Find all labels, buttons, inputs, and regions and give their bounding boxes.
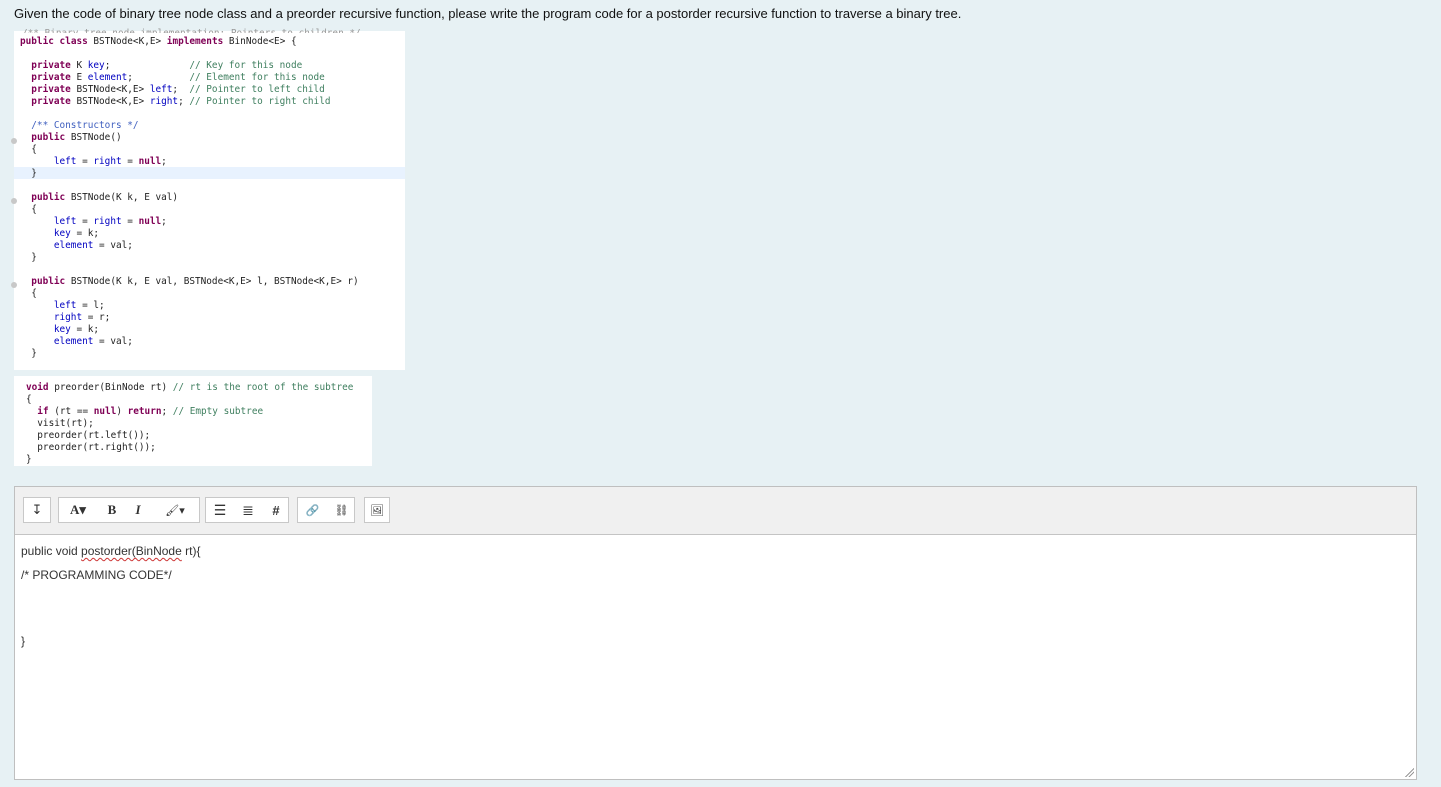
link-group: 🔗 ⛓ xyxy=(297,497,355,523)
answer-editor[interactable]: ↧ A▾ B I 🖌▾ ☰ ≣ # 🔗 ⛓ 🖼 public void post… xyxy=(14,486,1417,780)
code-line: /** Constructors */ xyxy=(20,120,139,131)
unlink-button[interactable]: ⛓ xyxy=(327,497,356,523)
code-line: { xyxy=(20,144,37,155)
code-line: public BSTNode() xyxy=(31,132,122,143)
code-line: private BSTNode<K,E> left; // Pointer to… xyxy=(31,84,325,95)
code-line: key = k; xyxy=(53,324,100,335)
code-line: left = right = null; xyxy=(53,156,167,167)
code-line: private BSTNode<K,E> right; // Pointer t… xyxy=(31,96,331,107)
insert-image-button[interactable]: 🖼 xyxy=(364,497,390,523)
resize-handle[interactable] xyxy=(1404,767,1414,777)
bold-icon: B xyxy=(107,502,117,517)
arrow-down-icon: ↧ xyxy=(31,502,43,517)
code-line: public BSTNode(K k, E val) xyxy=(31,192,179,203)
numbered-list-icon: ≣ xyxy=(242,501,254,518)
list-group: ☰ ≣ # xyxy=(205,497,289,523)
font-style-button[interactable]: A▾ xyxy=(59,497,97,523)
unordered-list-button[interactable]: ☰ xyxy=(206,497,234,523)
code-line: public BSTNode(K k, E val, BSTNode<K,E> … xyxy=(31,276,359,287)
code-line: right = r; xyxy=(53,312,111,323)
image-icon: 🖼 xyxy=(370,504,384,517)
bstnode-class-code-image: /** Binary tree node implementation: Poi… xyxy=(11,28,405,370)
code-line: key = k; xyxy=(53,228,100,239)
editor-toolbar: ↧ A▾ B I 🖌▾ ☰ ≣ # 🔗 ⛓ 🖼 xyxy=(15,487,1416,535)
code-line: private E element; // Element for this n… xyxy=(31,72,325,83)
link-icon: 🔗 xyxy=(305,504,320,517)
fold-marker-icon xyxy=(11,282,17,288)
italic-icon: I xyxy=(135,502,141,517)
bold-button[interactable]: B xyxy=(99,497,125,523)
ordered-list-button[interactable]: ≣ xyxy=(234,497,262,523)
code-line: } xyxy=(20,168,37,179)
preorder-code-image: void preorder(BinNode rt) // rt is the r… xyxy=(14,376,372,466)
code-line: { xyxy=(20,288,37,299)
equation-button[interactable]: # xyxy=(262,497,290,523)
editor-line-2: /* PROGRAMMING CODE*/ xyxy=(21,568,172,582)
code-line: { xyxy=(20,204,37,215)
code-line: public class BSTNode<K,E> implements Bin… xyxy=(20,36,297,47)
code-line: left = l; xyxy=(53,300,105,311)
unlink-icon: ⛓ xyxy=(334,504,349,517)
code-line: left = right = null; xyxy=(53,216,167,227)
text-format-group: A▾ B I 🖌▾ xyxy=(58,497,200,523)
bullet-list-icon: ☰ xyxy=(213,501,227,518)
italic-button[interactable]: I xyxy=(125,497,151,523)
code-line: void preorder(BinNode rt) // rt is the r… xyxy=(26,382,354,393)
cut-off-comment-line: /** Binary tree node implementation: Poi… xyxy=(22,28,361,33)
code-line: } xyxy=(20,348,37,359)
fold-marker-icon xyxy=(11,198,17,204)
code-line: private K key; // Key for this node xyxy=(31,60,303,71)
misspelled-word: postorder(BinNode xyxy=(81,544,182,558)
editor-line-1: public void postorder(BinNode rt){ xyxy=(21,544,201,558)
code-line: if (rt == null) return; // Empty subtree xyxy=(37,406,264,417)
code-line: } xyxy=(20,252,37,263)
code-line: } xyxy=(26,454,32,465)
editor-content-area[interactable]: public void postorder(BinNode rt){ /* PR… xyxy=(15,535,1416,787)
code-line: visit(rt); xyxy=(26,418,94,429)
code-line: element = val; xyxy=(53,240,133,251)
question-text: Given the code of binary tree node class… xyxy=(14,6,962,21)
hash-icon: # xyxy=(272,502,280,518)
collapse-toolbar-button[interactable]: ↧ xyxy=(23,497,51,523)
brush-icon: 🖌▾ xyxy=(165,504,185,517)
code-line: preorder(rt.left()); xyxy=(26,430,151,441)
fold-marker-icon xyxy=(11,138,17,144)
code-line: element = val; xyxy=(53,336,133,347)
color-brush-button[interactable]: 🖌▾ xyxy=(153,497,197,523)
font-icon: A▾ xyxy=(70,502,86,517)
code-line: { xyxy=(26,394,32,405)
editor-line-3: } xyxy=(21,634,26,648)
insert-link-button[interactable]: 🔗 xyxy=(298,497,327,523)
code-line: preorder(rt.right()); xyxy=(26,442,156,453)
